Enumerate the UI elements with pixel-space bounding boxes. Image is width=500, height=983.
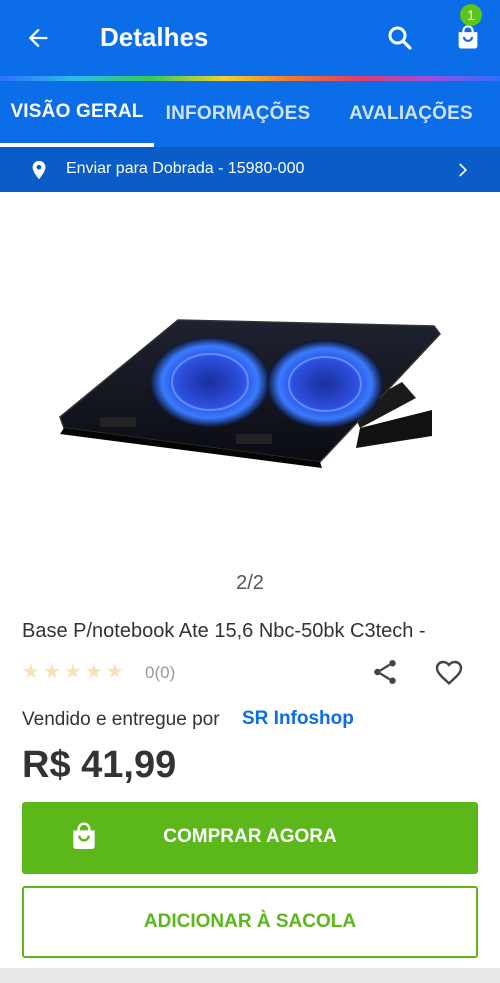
product-details-screen: Detalhes 1 VISÃO GERAL INFORMAÇÕES AVALI… [0, 0, 500, 983]
shopping-bag-icon [458, 25, 478, 49]
rating-stars: ★ ★ ★ ★ ★ [22, 661, 124, 683]
heart-icon [435, 660, 463, 685]
star-icon: ★ [63, 661, 82, 683]
star-icon: ★ [42, 661, 61, 683]
bottom-divider [0, 968, 500, 983]
seller-link[interactable]: SR Infoshop [242, 708, 354, 730]
rating-count: 0(0) [145, 663, 176, 682]
product-image-gallery[interactable] [0, 192, 500, 602]
favorite-button[interactable] [432, 656, 466, 688]
product-image [59, 319, 441, 468]
search-button[interactable] [382, 20, 418, 56]
star-icon: ★ [105, 661, 124, 683]
tab-reviews[interactable]: AVALIAÇÕES [322, 81, 500, 147]
image-pager: 2/2 [236, 572, 264, 594]
star-icon: ★ [22, 661, 40, 683]
tab-bar: VISÃO GERAL INFORMAÇÕES AVALIAÇÕES [0, 81, 500, 147]
product-price: R$ 41,99 [22, 744, 177, 786]
share-icon [374, 660, 396, 684]
back-button[interactable] [20, 20, 56, 56]
add-to-bag-label: ADICIONAR À SACOLA [143, 911, 357, 932]
seller-prefix: Vendido e entregue por [22, 709, 220, 730]
page-title: Detalhes [100, 22, 209, 52]
shipping-location-text: Enviar para Dobrada - 15980-000 [66, 160, 305, 177]
buy-now-label: COMPRAR AGORA [163, 826, 337, 847]
location-pin-icon [28, 158, 50, 187]
chevron-right-icon [452, 160, 472, 185]
top-app-bar [0, 0, 500, 76]
tab-overview[interactable]: VISÃO GERAL [0, 81, 154, 147]
product-title: Base P/notebook Ate 15,6 Nbc-50bk C3tech… [22, 620, 426, 642]
tab-information[interactable]: INFORMAÇÕES [154, 81, 322, 147]
share-button[interactable] [370, 656, 400, 688]
star-icon: ★ [84, 661, 103, 683]
arrow-left-icon [28, 28, 48, 48]
search-icon [388, 26, 412, 50]
cart-count-badge: 1 [460, 4, 482, 26]
